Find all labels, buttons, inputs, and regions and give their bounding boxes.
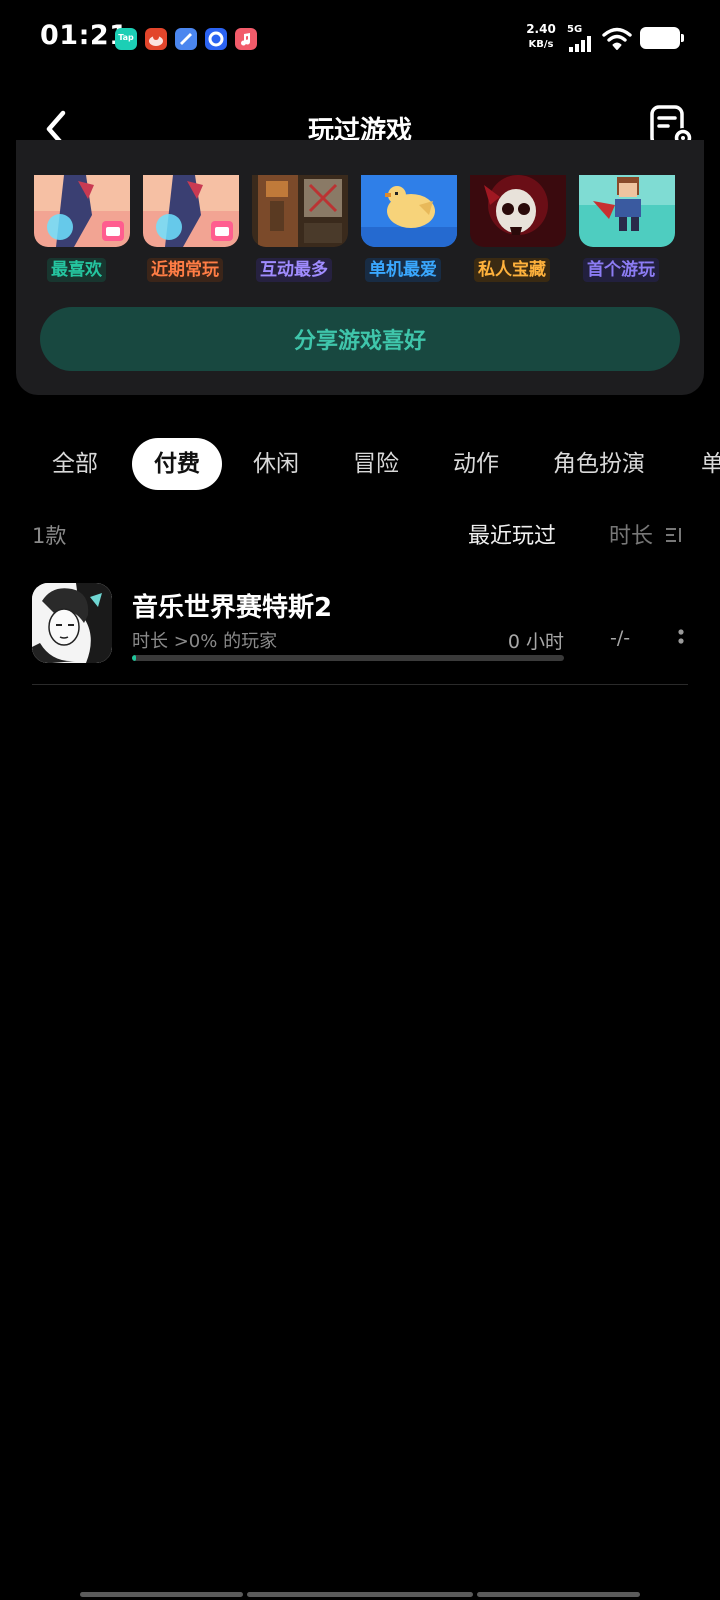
tab-role-playing[interactable]: 角色扮演 (553, 438, 645, 490)
network-speed-unit: KB/s (528, 39, 554, 50)
home-indicator-left (80, 1592, 243, 1597)
home-indicator-center (247, 1592, 473, 1597)
playtime-progress-bar (132, 655, 564, 661)
divider (32, 684, 688, 685)
tab-casual[interactable]: 休闲 (253, 438, 299, 490)
sort-recently-played-button[interactable]: 最近玩过 (468, 518, 556, 550)
share-preferences-button[interactable]: 分享游戏喜好 (40, 307, 680, 371)
taptap-app-icon: Tap (115, 28, 137, 50)
preference-label-favorite: 最喜欢 (47, 258, 106, 282)
wifi-icon (602, 27, 632, 50)
game-cover-art (252, 175, 348, 247)
preference-card-single-player[interactable] (361, 175, 457, 247)
game-cover-art (579, 175, 675, 247)
red-app-icon (145, 28, 167, 50)
game-title[interactable]: 音乐世界赛特斯2 (132, 587, 332, 624)
signal-icon (569, 36, 591, 52)
preference-label-recent: 近期常玩 (147, 258, 223, 282)
sort-duration-button[interactable]: 时长 (609, 518, 684, 550)
game-preference-card: 最喜欢 近期常玩 互动最多 单机最爱 私人宝藏 首个游玩 分享游戏喜好 (16, 140, 704, 395)
taptap-app-icon-label: Tap (118, 33, 134, 42)
music-app-icon (235, 28, 257, 50)
tab-all[interactable]: 全部 (52, 438, 98, 490)
preference-card-favorite[interactable] (34, 175, 130, 247)
game-cover-art (361, 175, 457, 247)
playtime-progress-fill (132, 655, 137, 661)
list-item[interactable]: 音乐世界赛特斯2 时长 >0% 的玩家 0 小时 -/- (32, 583, 688, 685)
game-count: 1款 (32, 524, 67, 548)
network-speed-value: 2.40 (526, 22, 556, 36)
more-options-icon[interactable] (677, 629, 685, 649)
battery-icon (640, 27, 684, 49)
network-type: 5G (567, 24, 583, 35)
preference-label-private-treasure: 私人宝藏 (474, 258, 550, 282)
game-cover-art (470, 175, 566, 247)
network-speed: 2.40 KB/s (524, 22, 558, 52)
game-rating: -/- (610, 627, 631, 649)
game-cover-art (34, 175, 130, 247)
status-bar: 01:21 Tap 2.40 KB/s 5G (0, 0, 720, 80)
tab-paid[interactable]: 付费 (132, 438, 222, 490)
preference-label-single-player: 单机最爱 (365, 258, 441, 282)
tab-adventure[interactable]: 冒险 (353, 438, 399, 490)
compass-app-icon (205, 28, 227, 50)
game-playtime-hours: 0 小时 (507, 631, 564, 653)
home-indicator-right (477, 1592, 640, 1597)
blue-app-icon (175, 28, 197, 50)
category-tabs: 全部 付费 休闲 冒险 动作 角色扮演 单 (0, 438, 720, 494)
preference-label-first-played: 首个游玩 (583, 258, 659, 282)
sort-duration-label: 时长 (609, 524, 654, 549)
tab-single[interactable]: 单 (701, 438, 720, 490)
preference-label-interaction: 互动最多 (256, 258, 332, 282)
preference-card-interaction[interactable] (252, 175, 348, 247)
preference-card-first-played[interactable] (579, 175, 675, 247)
preference-card-recent[interactable] (143, 175, 239, 247)
game-cover-art (143, 175, 239, 247)
tab-action[interactable]: 动作 (453, 438, 499, 490)
preference-card-private-treasure[interactable] (470, 175, 566, 247)
sort-order-icon (666, 528, 682, 542)
